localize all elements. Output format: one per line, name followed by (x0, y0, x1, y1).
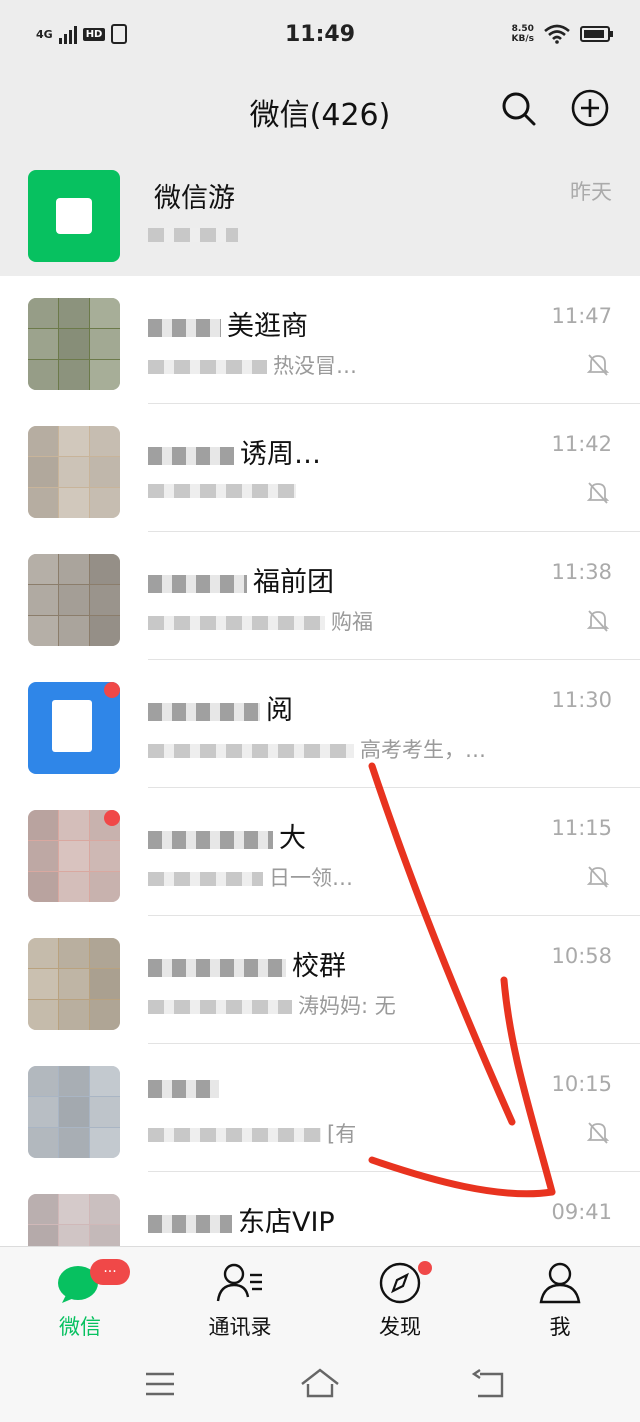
chat-name-text: 微信游 (154, 183, 235, 214)
chat-name: 阅 (148, 688, 293, 727)
chat-name: 微信游 (148, 176, 235, 215)
discover-dot (418, 1261, 432, 1275)
back-icon[interactable] (470, 1364, 510, 1404)
chat-name-text: 阅 (266, 695, 293, 726)
chat-time: 11:47 (551, 304, 612, 328)
chat-preview-text: 日一领… (269, 866, 353, 890)
unread-dot (104, 682, 120, 698)
chat-time: 10:15 (551, 1072, 612, 1096)
chat-row[interactable]: 微信游 昨天 (0, 148, 640, 276)
chat-avatar (28, 1066, 120, 1158)
chat-avatar (28, 554, 120, 646)
status-bar: 4G HD 11:49 8.50 KB/s (0, 0, 640, 72)
chat-preview-text: 购福 (331, 610, 373, 634)
chat-preview (148, 222, 244, 246)
mute-bell-icon (586, 1122, 610, 1144)
chat-name-text: 校群 (292, 951, 346, 982)
mute-bell-icon (586, 354, 610, 376)
chat-row[interactable]: [有 10:15 (0, 1044, 640, 1172)
tab-label-discover: 发现 (379, 1315, 421, 1339)
chat-avatar (28, 170, 120, 262)
chat-avatar (28, 1194, 120, 1246)
chat-row[interactable]: 诱周… 11:42 (0, 404, 640, 532)
chat-preview: 涛妈妈: 无 (148, 990, 396, 1020)
compass-icon (379, 1262, 421, 1304)
chat-name: 福前团 (148, 560, 334, 599)
system-nav-bar (0, 1346, 640, 1422)
chat-name (148, 1072, 225, 1103)
search-icon[interactable] (498, 88, 538, 128)
chat-row[interactable]: 福前团购福 11:38 (0, 532, 640, 660)
chat-avatar (28, 938, 120, 1030)
chat-preview: [有 (148, 1118, 356, 1148)
chat-row[interactable]: 阅高考考生，… 11:30 (0, 660, 640, 788)
tab-discover[interactable]: 发现 (320, 1247, 480, 1347)
page-title: 微信(426) (249, 98, 391, 133)
tab-me[interactable]: 我 (480, 1247, 640, 1347)
chat-time: 11:42 (551, 432, 612, 456)
chat-name: 美逛商 (148, 304, 308, 343)
chat-name: 校群 (148, 944, 346, 983)
tab-wechat[interactable]: ··· 微信 (0, 1247, 160, 1347)
bottom-tab-bar: ··· 微信 通讯录 发现 我 (0, 1246, 640, 1347)
chat-preview: 高考考生，… (148, 734, 486, 764)
contacts-icon (216, 1263, 262, 1302)
mute-bell-icon (586, 610, 610, 632)
chat-preview-text: 涛妈妈: 无 (298, 994, 396, 1018)
chat-preview: 购福 (148, 606, 373, 636)
wifi-icon (544, 24, 570, 44)
chat-time: 11:30 (551, 688, 612, 712)
chat-preview: 日一领… (148, 862, 353, 892)
chat-preview-text: 热没冒… (273, 354, 357, 378)
speed-unit: KB/s (511, 34, 534, 44)
chat-name: 诱周… (148, 432, 321, 471)
chat-time: 10:58 (551, 944, 612, 968)
home-icon[interactable] (300, 1364, 340, 1404)
person-icon (539, 1262, 581, 1304)
chat-name-text: 福前团 (253, 567, 334, 598)
chat-list[interactable]: 微信游 昨天美逛商热没冒… 11:47 诱周… 11:42 福前团购福 11:38 阅高考考生… (0, 148, 640, 1246)
chat-preview (148, 478, 302, 502)
chat-name: 大 (148, 816, 306, 855)
app-header: 微信(426) (0, 72, 640, 148)
chat-row[interactable]: 校群涛妈妈: 无 10:58 (0, 916, 640, 1044)
plus-circle-icon[interactable] (570, 88, 610, 128)
chat-row[interactable]: 大日一领… 11:15 (0, 788, 640, 916)
mute-bell-icon (586, 866, 610, 888)
speed-value: 8.50 (511, 24, 534, 34)
chat-row[interactable]: 美逛商热没冒… 11:47 (0, 276, 640, 404)
menu-icon[interactable] (140, 1364, 180, 1404)
chat-preview: 热没冒… (148, 350, 357, 380)
network-speed: 8.50 KB/s (512, 24, 534, 44)
chat-time: 昨天 (570, 180, 612, 204)
unread-dot (104, 810, 120, 826)
battery-icon (580, 26, 613, 42)
chat-name: 东店VIP (148, 1200, 335, 1239)
chat-name-text: 美逛商 (227, 311, 308, 342)
chat-time: 11:15 (551, 816, 612, 840)
tab-contacts[interactable]: 通讯录 (160, 1247, 320, 1347)
tab-label-wechat: 微信 (59, 1315, 101, 1339)
chat-avatar (28, 298, 120, 390)
chat-preview-text: [有 (327, 1122, 357, 1146)
tab-label-contacts: 通讯录 (208, 1315, 272, 1339)
mute-bell-icon (586, 482, 610, 504)
chat-avatar (28, 426, 120, 518)
chat-name-text: 东店VIP (238, 1207, 335, 1238)
chat-name-text: 大 (279, 823, 306, 854)
chat-row[interactable]: 东店VIP 09:41 (0, 1172, 640, 1246)
unread-badge: ··· (90, 1259, 130, 1285)
chat-name-text: 诱周… (240, 439, 321, 470)
chat-time: 09:41 (551, 1200, 612, 1224)
chat-preview-text: 高考考生，… (360, 738, 486, 762)
chat-time: 11:38 (551, 560, 612, 584)
tab-label-me: 我 (549, 1315, 571, 1339)
